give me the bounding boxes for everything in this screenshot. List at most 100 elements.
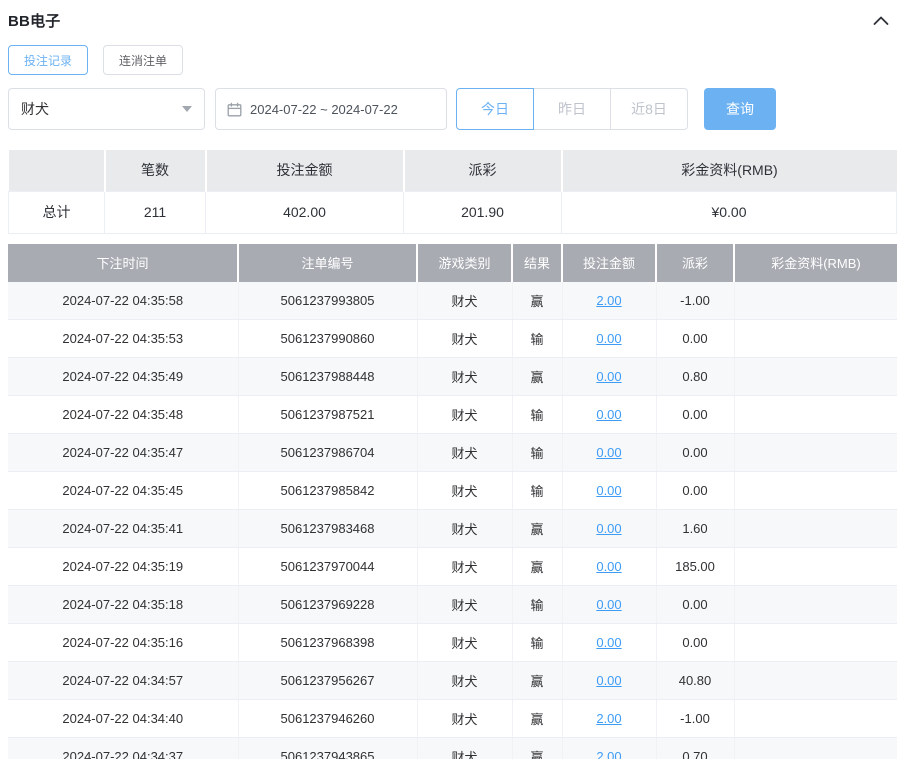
result-cell: 赢 xyxy=(512,547,563,586)
bet-amount-cell: 0.00 xyxy=(562,357,657,396)
yesterday-button[interactable]: 昨日 xyxy=(533,88,611,130)
chevron-down-icon xyxy=(182,106,192,112)
bet-amount-link[interactable]: 0.00 xyxy=(596,521,621,536)
bonus-cell xyxy=(734,433,897,472)
bet-amount-link[interactable]: 0.00 xyxy=(596,559,621,574)
records-header-payout: 派彩 xyxy=(656,243,735,282)
bet-amount-cell: 0.00 xyxy=(562,319,657,358)
payout-cell: 0.00 xyxy=(656,471,735,510)
game-type-cell: 财犬 xyxy=(417,547,513,586)
bonus-cell xyxy=(734,737,897,759)
bet-amount-link[interactable]: 2.00 xyxy=(596,293,621,308)
records-header-bet-time: 下注时间 xyxy=(8,243,239,282)
bet-amount-link[interactable]: 0.00 xyxy=(596,673,621,688)
bet-amount-cell: 0.00 xyxy=(562,661,657,700)
summary-total-bonus: ¥0.00 xyxy=(561,190,897,234)
result-cell: 输 xyxy=(512,319,563,358)
bonus-cell xyxy=(734,699,897,738)
bet-amount-cell: 0.00 xyxy=(562,547,657,586)
table-row: 2024-07-22 04:35:58 5061237993805 财犬 赢 2… xyxy=(8,281,897,320)
tab-cancelled-orders[interactable]: 连消注单 xyxy=(103,45,184,75)
bet-amount-link[interactable]: 0.00 xyxy=(596,369,621,384)
summary-header-blank xyxy=(8,150,106,191)
bet-amount-link[interactable]: 2.00 xyxy=(596,711,621,726)
bet-time-cell: 2024-07-22 04:35:58 xyxy=(8,281,239,320)
payout-cell: -1.00 xyxy=(656,281,735,320)
bet-amount-link[interactable]: 0.00 xyxy=(596,407,621,422)
tab-bet-records[interactable]: 投注记录 xyxy=(8,45,89,75)
date-range-value: 2024-07-22 ~ 2024-07-22 xyxy=(250,101,398,117)
summary-total-count: 211 xyxy=(104,190,206,234)
order-no-cell: 5061237956267 xyxy=(238,661,418,700)
game-type-cell: 财犬 xyxy=(417,395,513,434)
order-no-cell: 5061237985842 xyxy=(238,471,418,510)
bet-time-cell: 2024-07-22 04:35:49 xyxy=(8,357,239,396)
result-cell: 赢 xyxy=(512,509,563,548)
bet-amount-link[interactable]: 0.00 xyxy=(596,483,621,498)
bonus-cell xyxy=(734,547,897,586)
table-row: 2024-07-22 04:35:18 5061237969228 财犬 输 0… xyxy=(8,585,897,624)
bet-amount-link[interactable]: 0.00 xyxy=(596,635,621,650)
table-row: 2024-07-22 04:35:45 5061237985842 财犬 输 0… xyxy=(8,471,897,510)
order-no-cell: 5061237990860 xyxy=(238,319,418,358)
bonus-cell xyxy=(734,661,897,700)
calendar-icon xyxy=(227,102,242,117)
summary-total-payout: 201.90 xyxy=(403,190,562,234)
search-button[interactable]: 查询 xyxy=(704,88,776,130)
summary-header-count: 笔数 xyxy=(104,150,207,191)
game-type-cell: 财犬 xyxy=(417,623,513,662)
table-row: 2024-07-22 04:34:57 5061237956267 财犬 赢 0… xyxy=(8,661,897,700)
bet-records-panel: BB电子 投注记录 连消注单 财犬 2024-07-22 ~ 2024-07-2… xyxy=(0,0,905,759)
order-no-cell: 5061237946260 xyxy=(238,699,418,738)
bet-time-cell: 2024-07-22 04:34:57 xyxy=(8,661,239,700)
bet-amount-link[interactable]: 0.00 xyxy=(596,597,621,612)
bet-time-cell: 2024-07-22 04:35:48 xyxy=(8,395,239,434)
bonus-cell xyxy=(734,471,897,510)
payout-cell: 40.80 xyxy=(656,661,735,700)
bet-amount-cell: 0.00 xyxy=(562,471,657,510)
bonus-cell xyxy=(734,585,897,624)
game-select-value: 财犬 xyxy=(21,101,49,117)
game-select[interactable]: 财犬 xyxy=(8,88,205,130)
quick-date-group: 今日 昨日 近8日 xyxy=(456,88,688,130)
payout-cell: -1.00 xyxy=(656,699,735,738)
filter-row: 财犬 2024-07-22 ~ 2024-07-22 今日 昨日 近8日 查询 xyxy=(8,88,897,130)
bet-amount-cell: 0.00 xyxy=(562,509,657,548)
date-range-input[interactable]: 2024-07-22 ~ 2024-07-22 xyxy=(215,88,447,130)
game-type-cell: 财犬 xyxy=(417,585,513,624)
records-table: 下注时间 注单编号 游戏类别 结果 投注金额 派彩 彩金资料(RMB) 2024… xyxy=(8,243,897,759)
bet-time-cell: 2024-07-22 04:35:45 xyxy=(8,471,239,510)
result-cell: 输 xyxy=(512,433,563,472)
today-button[interactable]: 今日 xyxy=(456,88,534,130)
order-no-cell: 5061237988448 xyxy=(238,357,418,396)
result-cell: 赢 xyxy=(512,661,563,700)
payout-cell: 1.60 xyxy=(656,509,735,548)
table-row: 2024-07-22 04:35:47 5061237986704 财犬 输 0… xyxy=(8,433,897,472)
panel-header: BB电子 xyxy=(8,8,897,32)
bet-amount-cell: 2.00 xyxy=(562,281,657,320)
bet-amount-link[interactable]: 2.00 xyxy=(596,749,621,759)
payout-cell: 0.00 xyxy=(656,623,735,662)
bonus-cell xyxy=(734,357,897,396)
summary-header-bet-amount: 投注金额 xyxy=(205,150,405,191)
bet-amount-link[interactable]: 0.00 xyxy=(596,445,621,460)
bet-time-cell: 2024-07-22 04:35:18 xyxy=(8,585,239,624)
bet-time-cell: 2024-07-22 04:34:40 xyxy=(8,699,239,738)
result-cell: 赢 xyxy=(512,737,563,759)
last-8-days-button[interactable]: 近8日 xyxy=(610,88,688,130)
summary-header-row: 笔数 投注金额 派彩 彩金资料(RMB) xyxy=(8,150,897,191)
bonus-cell xyxy=(734,623,897,662)
bonus-cell xyxy=(734,509,897,548)
game-type-cell: 财犬 xyxy=(417,471,513,510)
summary-header-payout: 派彩 xyxy=(403,150,563,191)
game-type-cell: 财犬 xyxy=(417,281,513,320)
order-no-cell: 5061237970044 xyxy=(238,547,418,586)
bet-amount-cell: 2.00 xyxy=(562,699,657,738)
bet-time-cell: 2024-07-22 04:35:53 xyxy=(8,319,239,358)
summary-total-row: 总计 211 402.00 201.90 ¥0.00 xyxy=(8,190,897,234)
bet-time-cell: 2024-07-22 04:34:37 xyxy=(8,737,239,759)
order-no-cell: 5061237987521 xyxy=(238,395,418,434)
table-row: 2024-07-22 04:35:49 5061237988448 财犬 赢 0… xyxy=(8,357,897,396)
chevron-up-icon[interactable] xyxy=(873,16,889,25)
bet-amount-link[interactable]: 0.00 xyxy=(596,331,621,346)
